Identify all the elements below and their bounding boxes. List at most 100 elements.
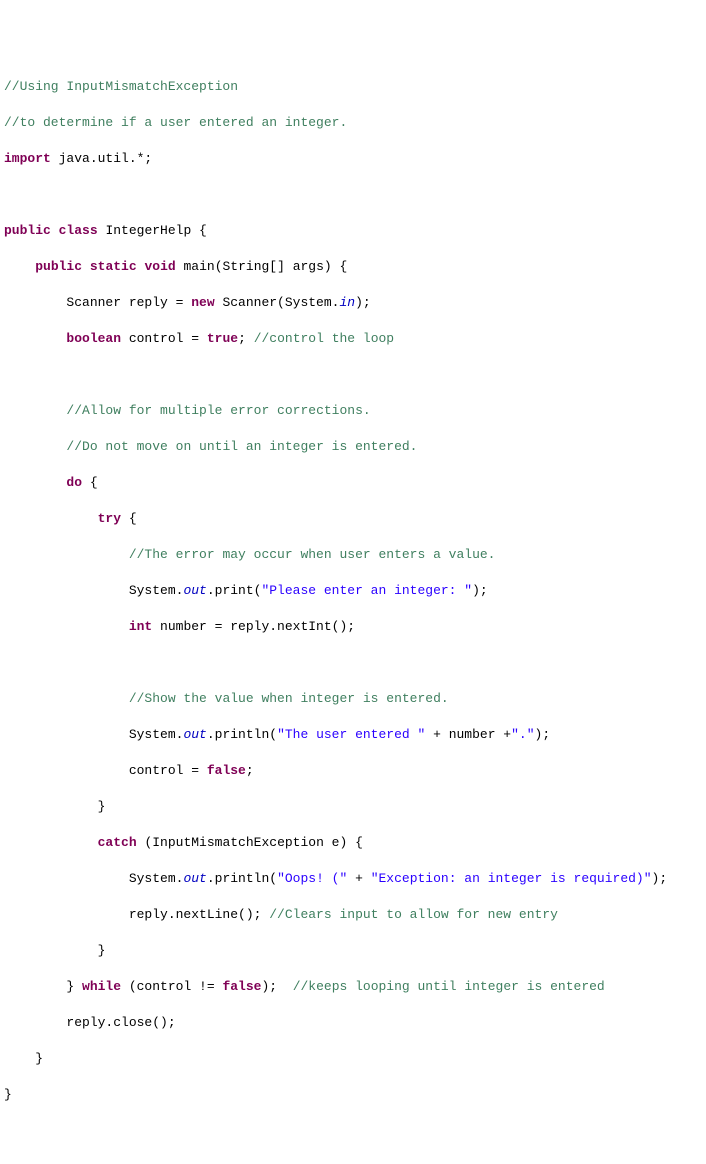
keyword-public: public: [35, 259, 82, 274]
code-line: }: [4, 1050, 702, 1068]
code-line: //to determine if a user entered an inte…: [4, 114, 702, 132]
blank-line: [4, 654, 702, 672]
indent: [4, 403, 66, 418]
code-line: System.out.println("The user entered " +…: [4, 726, 702, 744]
code-text: System.: [4, 583, 183, 598]
keyword-new: new: [191, 295, 214, 310]
keyword-false: false: [207, 763, 246, 778]
code-line: }: [4, 1086, 702, 1104]
string-literal: "Please enter an integer: ": [261, 583, 472, 598]
code-line: catch (InputMismatchException e) {: [4, 834, 702, 852]
indent: [4, 619, 129, 634]
code-text: .print(: [207, 583, 262, 598]
code-text: control =: [121, 331, 207, 346]
code-line: int number = reply.nextInt();: [4, 618, 702, 636]
indent: [4, 547, 129, 562]
code-text: .println(: [207, 727, 277, 742]
code-line: control = false;: [4, 762, 702, 780]
code-text: ;: [238, 331, 254, 346]
code-text: ;: [246, 763, 254, 778]
code-line: System.out.print("Please enter an intege…: [4, 582, 702, 600]
keyword-import: import: [4, 151, 51, 166]
keyword-true: true: [207, 331, 238, 346]
code-line: public static void main(String[] args) {: [4, 258, 702, 276]
code-line: Scanner reply = new Scanner(System.in);: [4, 294, 702, 312]
indent: [4, 475, 66, 490]
keyword-void: void: [144, 259, 175, 274]
comment-text: //Allow for multiple error corrections.: [66, 403, 370, 418]
comment-text: //Do not move on until an integer is ent…: [66, 439, 417, 454]
code-text: }: [4, 1051, 43, 1066]
code-text: }: [4, 799, 105, 814]
code-line: //The error may occur when user enters a…: [4, 546, 702, 564]
code-text: );: [355, 295, 371, 310]
comment-text: //control the loop: [254, 331, 394, 346]
indent: [4, 259, 35, 274]
string-literal: "Exception: an integer is required)": [371, 871, 652, 886]
static-field-out: out: [183, 727, 206, 742]
code-text: );: [535, 727, 551, 742]
code-line: } while (control != false); //keeps loop…: [4, 978, 702, 996]
indent: [4, 439, 66, 454]
code-text: System.: [4, 727, 183, 742]
static-field-out: out: [183, 583, 206, 598]
string-literal: "Oops! (": [277, 871, 347, 886]
space: [82, 259, 90, 274]
code-text: reply.close();: [4, 1015, 176, 1030]
code-line: //Using InputMismatchException: [4, 78, 702, 96]
code-line: reply.close();: [4, 1014, 702, 1032]
comment-text: //Using InputMismatchException: [4, 79, 238, 94]
code-text: (InputMismatchException e) {: [137, 835, 363, 850]
keyword-false: false: [222, 979, 261, 994]
keyword-while: while: [82, 979, 121, 994]
code-text: (control !=: [121, 979, 222, 994]
comment-text: //to determine if a user entered an inte…: [4, 115, 347, 130]
keyword-int: int: [129, 619, 152, 634]
code-text: + number +: [425, 727, 511, 742]
code-text: +: [347, 871, 370, 886]
code-text: reply.nextLine();: [4, 907, 269, 922]
code-line: boolean control = true; //control the lo…: [4, 330, 702, 348]
code-text: Scanner(System.: [215, 295, 340, 310]
code-text: Scanner reply =: [4, 295, 191, 310]
code-text: .println(: [207, 871, 277, 886]
static-field-in: in: [339, 295, 355, 310]
code-line: }: [4, 798, 702, 816]
code-text: );: [652, 871, 668, 886]
comment-text: //Clears input to allow for new entry: [269, 907, 558, 922]
code-line: reply.nextLine(); //Clears input to allo…: [4, 906, 702, 924]
indent: [4, 691, 129, 706]
code-line: do {: [4, 474, 702, 492]
code-line: import java.util.*;: [4, 150, 702, 168]
code-line: public class IntegerHelp {: [4, 222, 702, 240]
indent: [4, 331, 66, 346]
blank-line: [4, 366, 702, 384]
comment-text: //keeps looping until integer is entered: [293, 979, 605, 994]
keyword-try: try: [98, 511, 121, 526]
string-literal: ".": [511, 727, 534, 742]
code-text: }: [4, 979, 82, 994]
code-line: }: [4, 942, 702, 960]
code-line: //Do not move on until an integer is ent…: [4, 438, 702, 456]
code-text: {: [82, 475, 98, 490]
code-text: IntegerHelp {: [98, 223, 207, 238]
code-text: );: [261, 979, 292, 994]
keyword-static: static: [90, 259, 137, 274]
code-text: number = reply.nextInt();: [152, 619, 355, 634]
static-field-out: out: [183, 871, 206, 886]
comment-text: //The error may occur when user enters a…: [129, 547, 496, 562]
code-line: //Show the value when integer is entered…: [4, 690, 702, 708]
code-line: //Allow for multiple error corrections.: [4, 402, 702, 420]
comment-text: //Show the value when integer is entered…: [129, 691, 449, 706]
code-line: System.out.println("Oops! (" + "Exceptio…: [4, 870, 702, 888]
code-text: control =: [4, 763, 207, 778]
code-line: try {: [4, 510, 702, 528]
code-text: }: [4, 1087, 12, 1102]
indent: [4, 835, 98, 850]
code-text: );: [472, 583, 488, 598]
keyword-boolean: boolean: [66, 331, 121, 346]
code-text: }: [4, 943, 105, 958]
code-text: main(String[] args) {: [176, 259, 348, 274]
blank-line: [4, 186, 702, 204]
string-literal: "The user entered ": [277, 727, 425, 742]
